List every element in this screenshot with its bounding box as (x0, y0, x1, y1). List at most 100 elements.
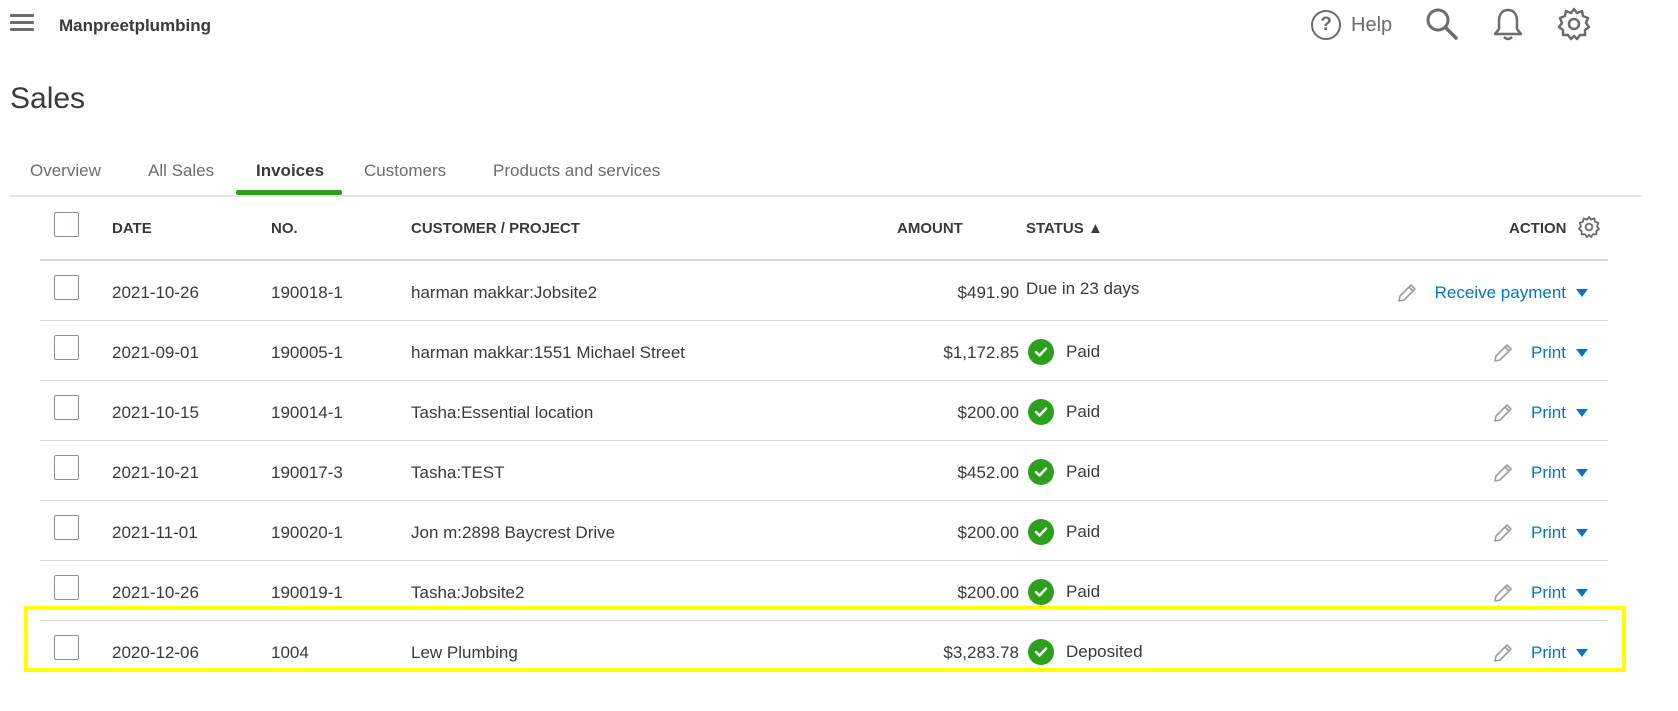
tab-customers[interactable]: Customers (364, 161, 446, 181)
row-customer[interactable]: Tasha:Essential location (411, 403, 593, 423)
row-status-label: Deposited (1066, 642, 1143, 661)
paid-check-icon (1028, 399, 1054, 425)
chevron-down-icon[interactable] (1574, 347, 1590, 359)
column-header-status[interactable]: STATUS ▲ (1026, 220, 1103, 237)
search-icon[interactable] (1424, 6, 1460, 42)
table-row[interactable]: 2021-10-21 190017-3 Tasha:TEST $452.00 P… (40, 440, 1608, 505)
table-settings-gear-icon[interactable] (1577, 215, 1601, 239)
select-all-checkbox[interactable] (54, 212, 79, 237)
row-checkbox[interactable] (54, 635, 79, 660)
chevron-down-icon[interactable] (1574, 287, 1590, 299)
row-invoice-no: 190014-1 (271, 403, 343, 422)
table-row[interactable]: 2021-10-26 190019-1 Tasha:Jobsite2 $200.… (40, 560, 1608, 625)
menu-icon[interactable] (10, 14, 34, 34)
row-checkbox[interactable] (54, 455, 79, 480)
row-amount: $200.00 (957, 403, 1019, 422)
row-action: Print (1491, 339, 1590, 367)
row-status-label: Due in 23 days (1026, 279, 1140, 298)
table-row[interactable]: 2020-12-06 1004 Lew Plumbing $3,283.78 D… (40, 620, 1608, 685)
table-row[interactable]: 2021-09-01 190005-1 harman makkar:1551 M… (40, 320, 1608, 385)
paid-check-icon (1028, 639, 1054, 665)
gear-icon[interactable] (1556, 6, 1592, 42)
edit-pencil-icon[interactable] (1491, 641, 1515, 665)
row-customer[interactable]: Jon m:2898 Baycrest Drive (411, 523, 615, 543)
column-header-date[interactable]: DATE (112, 220, 152, 237)
help-label: Help (1351, 13, 1393, 36)
row-status: Paid (1026, 579, 1100, 605)
row-checkbox[interactable] (54, 515, 79, 540)
page-title: Sales (10, 82, 86, 115)
row-amount: $3,283.78 (943, 643, 1019, 662)
chevron-down-icon[interactable] (1574, 407, 1590, 419)
row-customer[interactable]: Tasha:Jobsite2 (411, 583, 524, 603)
row-checkbox[interactable] (54, 395, 79, 420)
row-status-label: Paid (1066, 462, 1101, 481)
edit-pencil-icon[interactable] (1491, 341, 1515, 365)
row-action-link[interactable]: Receive payment (1435, 283, 1566, 303)
row-action-link[interactable]: Print (1531, 463, 1566, 483)
row-date: 2021-10-26 (112, 283, 199, 302)
row-status: Paid (1026, 459, 1100, 485)
row-status: Deposited (1026, 639, 1143, 665)
tab-invoices[interactable]: Invoices (256, 161, 324, 181)
help-button[interactable]: ? Help (1311, 8, 1392, 42)
chevron-down-icon[interactable] (1574, 587, 1590, 599)
row-date: 2021-10-15 (112, 403, 199, 422)
edit-pencil-icon[interactable] (1491, 581, 1515, 605)
table-row[interactable]: 2021-10-26 190018-1 harman makkar:Jobsit… (40, 260, 1608, 325)
table-row[interactable]: 2021-10-15 190014-1 Tasha:Essential loca… (40, 380, 1608, 445)
edit-pencil-icon[interactable] (1491, 461, 1515, 485)
row-amount: $200.00 (957, 583, 1019, 602)
tab-products-and-services[interactable]: Products and services (493, 161, 660, 181)
row-amount: $200.00 (957, 523, 1019, 542)
column-header-no[interactable]: NO. (271, 220, 298, 237)
row-checkbox[interactable] (54, 335, 79, 360)
row-status-label: Paid (1066, 402, 1101, 421)
row-checkbox[interactable] (54, 575, 79, 600)
column-header-customer[interactable]: CUSTOMER / PROJECT (411, 220, 580, 237)
row-action: Receive payment (1395, 279, 1590, 307)
tab-overview[interactable]: Overview (30, 161, 101, 181)
row-status: Paid (1026, 519, 1100, 545)
row-customer[interactable]: harman makkar:1551 Michael Street (411, 343, 685, 363)
chevron-down-icon[interactable] (1574, 527, 1590, 539)
table-row[interactable]: 2021-11-01 190020-1 Jon m:2898 Baycrest … (40, 500, 1608, 565)
paid-check-icon (1028, 459, 1054, 485)
row-action: Print (1491, 399, 1590, 427)
help-icon: ? (1311, 10, 1341, 40)
row-date: 2020-12-06 (112, 643, 199, 662)
row-action: Print (1491, 579, 1590, 607)
sales-tabs: Overview All Sales Invoices Customers Pr… (10, 153, 1642, 197)
row-customer[interactable]: Lew Plumbing (411, 643, 518, 663)
row-action-link[interactable]: Print (1531, 343, 1566, 363)
edit-pencil-icon[interactable] (1395, 281, 1419, 305)
row-status: Paid (1026, 399, 1100, 425)
row-status-label: Paid (1066, 582, 1101, 601)
row-customer[interactable]: Tasha:TEST (411, 463, 505, 483)
column-header-amount[interactable]: AMOUNT (897, 220, 963, 237)
edit-pencil-icon[interactable] (1491, 521, 1515, 545)
row-invoice-no: 190017-3 (271, 463, 343, 482)
bell-icon[interactable] (1490, 6, 1526, 42)
row-customer[interactable]: harman makkar:Jobsite2 (411, 283, 597, 303)
row-status: Paid (1026, 339, 1100, 365)
row-status: Due in 23 days (1026, 279, 1139, 299)
row-checkbox[interactable] (54, 275, 79, 300)
row-invoice-no: 190020-1 (271, 523, 343, 542)
row-action-link[interactable]: Print (1531, 403, 1566, 423)
row-action-link[interactable]: Print (1531, 643, 1566, 663)
tab-all-sales[interactable]: All Sales (148, 161, 214, 181)
chevron-down-icon[interactable] (1574, 647, 1590, 659)
chevron-down-icon[interactable] (1574, 467, 1590, 479)
row-invoice-no: 1004 (271, 643, 309, 662)
row-date: 2021-09-01 (112, 343, 199, 362)
row-action-link[interactable]: Print (1531, 523, 1566, 543)
row-action-link[interactable]: Print (1531, 583, 1566, 603)
row-amount: $1,172.85 (943, 343, 1019, 362)
edit-pencil-icon[interactable] (1491, 401, 1515, 425)
row-invoice-no: 190018-1 (271, 283, 343, 302)
row-action: Print (1491, 519, 1590, 547)
row-date: 2021-11-01 (112, 523, 198, 542)
table-header-row: DATE NO. CUSTOMER / PROJECT AMOUNT STATU… (40, 199, 1608, 260)
row-amount: $491.90 (957, 283, 1019, 302)
